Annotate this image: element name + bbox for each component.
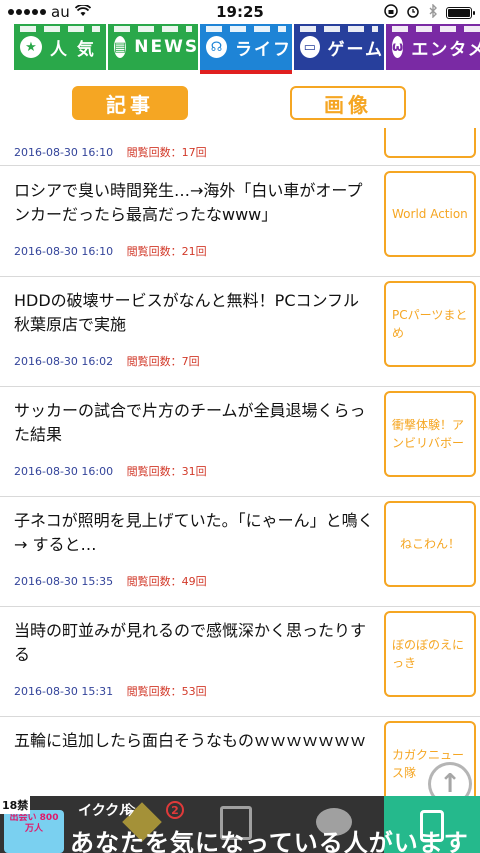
article-views: 閲覧回数：7回 (126, 355, 200, 368)
article-views: 閲覧回数：53回 (126, 685, 207, 698)
age-restriction-badge: 18禁 (0, 796, 31, 814)
list-item[interactable]: 2016-08-30 16:10 閲覧回数：17回 (0, 128, 480, 166)
tab-label: ライフ (235, 39, 292, 60)
source-thumbnail[interactable]: 衝撃体験！アンビリバボー (384, 391, 476, 477)
tab-entertainment[interactable]: ω エンタメ (386, 24, 480, 70)
tab-label: エンタメ (411, 39, 480, 60)
source-thumbnail[interactable]: ねこわん！ (384, 501, 476, 587)
article-date: 2016-08-30 16:02 (14, 355, 114, 368)
bluetooth-icon (428, 3, 438, 22)
article-title: 五輪に追加したら面白そうなものｗｗｗｗｗｗｗ (14, 731, 367, 750)
ad-banner[interactable]: 出会い 800 万人 18禁 イククル 今 2 あなたを気になっている人がいます (0, 796, 480, 853)
article-views: 閲覧回数：31回 (126, 465, 207, 478)
article-views: 閲覧回数：17回 (126, 146, 207, 159)
article-title: HDDの破壊サービスがなんと無料！PCコンフル 秋葉原店で実施 (14, 291, 360, 334)
source-thumbnail[interactable]: ぼのぼのえにっき (384, 611, 476, 697)
ad-message: あなたを気になっている人がいます (70, 829, 469, 853)
headphones-icon: ☊ (206, 36, 227, 58)
article-date: 2016-08-30 16:10 (14, 245, 114, 258)
status-icons (384, 3, 475, 22)
smile-icon: ω (392, 36, 404, 58)
images-toggle-button[interactable]: 画像 (290, 86, 406, 120)
article-meta: 2016-08-30 16:10 閲覧回数：17回 (14, 144, 207, 160)
article-date: 2016-08-30 15:35 (14, 575, 114, 588)
tv-icon: ▭ (300, 36, 320, 58)
list-item[interactable]: 子ネコが照明を見上げていた。「にゃーん」と鳴く → すると… 2016-08-3… (0, 497, 480, 607)
active-tab-indicator (200, 70, 292, 74)
tab-popular[interactable]: ★ 人 気 (14, 24, 106, 70)
article-list: 2016-08-30 16:10 閲覧回数：17回 ロシアで臭い時間発生…→海外… (0, 128, 480, 796)
article-meta: 2016-08-30 16:02 閲覧回数：7回 (14, 353, 200, 369)
article-views: 閲覧回数：21回 (126, 245, 207, 258)
arrow-up-icon: ↑ (439, 769, 461, 799)
tab-life[interactable]: ☊ ライフ (200, 24, 292, 70)
tab-news[interactable]: ▤ NEWS (108, 24, 198, 70)
ad-image: 出会い 800 万人 (4, 810, 64, 853)
category-tabs: ★ 人 気 ▤ NEWS ☊ ライフ ▭ ゲーム ω エンタメ (0, 24, 480, 74)
list-item[interactable]: 当時の町並みが見れるので感慨深かく思ったりする 2016-08-30 15:31… (0, 607, 480, 717)
status-bar: au 19:25 (0, 0, 480, 24)
article-meta: 2016-08-30 16:10 閲覧回数：21回 (14, 243, 207, 259)
newspaper-icon: ▤ (114, 36, 127, 58)
article-title: サッカーの試合で片方のチームが全員退場くらった結果 (14, 401, 366, 444)
articles-toggle-button[interactable]: 記事 (72, 86, 188, 120)
list-item[interactable]: サッカーの試合で片方のチームが全員退場くらった結果 2016-08-30 16:… (0, 387, 480, 497)
source-thumbnail[interactable]: World Action (384, 171, 476, 257)
rotation-lock-icon (384, 4, 398, 22)
article-date: 2016-08-30 16:00 (14, 465, 114, 478)
tab-label: NEWS (134, 37, 200, 57)
tab-label: ゲーム (327, 39, 384, 60)
tab-game[interactable]: ▭ ゲーム (294, 24, 384, 70)
article-title: 子ネコが照明を見上げていた。「にゃーん」と鳴く → すると… (14, 511, 374, 554)
alarm-icon (406, 4, 420, 22)
ad-now-label: 今 (122, 803, 136, 819)
tab-label: 人 気 (50, 39, 96, 60)
star-icon: ★ (20, 36, 42, 58)
article-meta: 2016-08-30 15:31 閲覧回数：53回 (14, 683, 207, 699)
article-date: 2016-08-30 15:31 (14, 685, 114, 698)
battery-icon (446, 7, 475, 19)
article-meta: 2016-08-30 16:00 閲覧回数：31回 (14, 463, 207, 479)
list-item[interactable]: 五輪に追加したら面白そうなものｗｗｗｗｗｗｗ カガクニュース隊 (0, 717, 480, 796)
source-thumbnail[interactable]: PCパーツまとめ (384, 281, 476, 367)
article-title: ロシアで臭い時間発生…→海外「白い車がオープンカーだったら最高だったなwww」 (14, 181, 363, 224)
article-title: 当時の町並みが見れるので感慨深かく思ったりする (14, 621, 367, 664)
list-item[interactable]: HDDの破壊サービスがなんと無料！PCコンフル 秋葉原店で実施 2016-08-… (0, 277, 480, 387)
article-views: 閲覧回数：49回 (126, 575, 207, 588)
source-thumbnail[interactable] (384, 128, 476, 158)
article-date: 2016-08-30 16:10 (14, 146, 114, 159)
notification-count-badge: 2 (166, 801, 184, 819)
list-item[interactable]: ロシアで臭い時間発生…→海外「白い車がオープンカーだったら最高だったなwww」 … (0, 167, 480, 277)
article-meta: 2016-08-30 15:35 閲覧回数：49回 (14, 573, 207, 589)
